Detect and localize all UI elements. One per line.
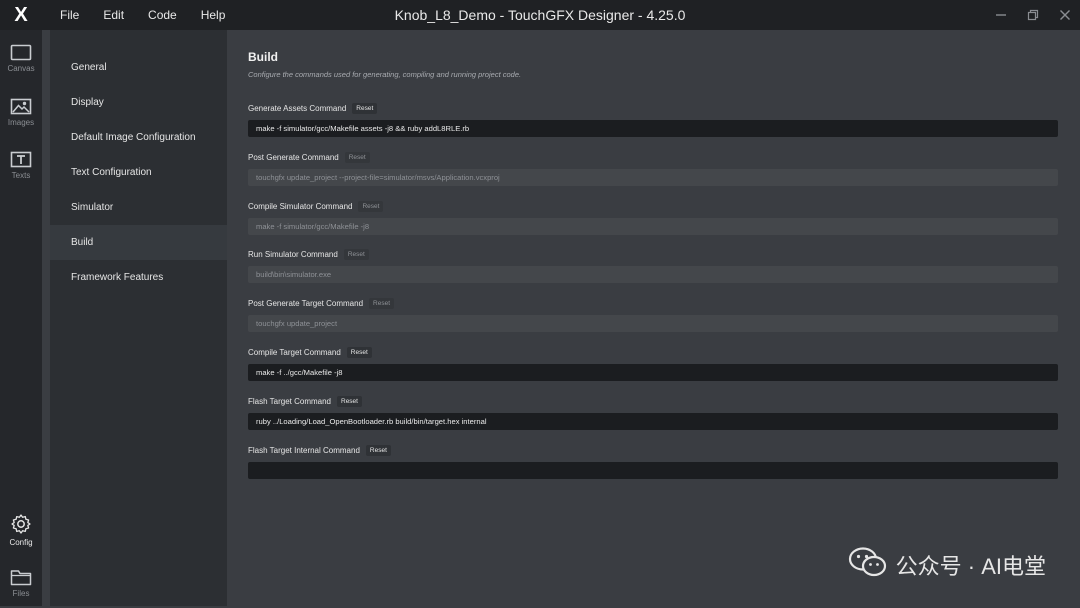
nav-item-general[interactable]: General: [50, 50, 227, 85]
rail-item-canvas[interactable]: Canvas: [0, 33, 42, 83]
minimize-icon[interactable]: [994, 8, 1008, 22]
flash-target-command-input[interactable]: ruby ../Loading/Load_OpenBootloader.rb b…: [248, 413, 1058, 430]
field-run-simulator-command: Run Simulator Command Reset build\bin\sim…: [248, 246, 1058, 283]
restore-icon[interactable]: [1026, 8, 1040, 22]
reset-button[interactable]: Reset: [352, 102, 378, 114]
compile-target-command-input[interactable]: make -f ../gcc/Makefile -j8: [248, 364, 1058, 381]
rail-label: Files: [12, 588, 30, 598]
nav-item-display[interactable]: Display: [50, 85, 227, 120]
rail-item-config[interactable]: Config: [0, 505, 42, 555]
rail-label: Images: [7, 117, 35, 127]
reset-button[interactable]: Reset: [343, 248, 369, 260]
nav-item-framework-features[interactable]: Framework Features: [50, 260, 227, 295]
field-post-generate-target-command: Post Generate Target Command Reset touchg…: [248, 295, 1058, 332]
image-icon: [10, 98, 32, 115]
settings-nav: General Display Default Image Configurat…: [50, 30, 227, 606]
field-label: Compile Target Command: [248, 347, 341, 357]
reset-button[interactable]: Reset: [346, 346, 372, 358]
field-post-generate-command: Post Generate Command Reset touchgfx upda…: [248, 149, 1058, 186]
field-label: Run Simulator Command: [248, 249, 338, 259]
reset-button[interactable]: Reset: [365, 444, 391, 456]
reset-button[interactable]: Reset: [369, 297, 395, 309]
rail-item-texts[interactable]: Texts: [0, 140, 42, 190]
menu-edit[interactable]: Edit: [91, 0, 136, 30]
menu-bar: File Edit Code Help: [48, 0, 237, 30]
window-controls: [994, 0, 1072, 30]
rail-item-images[interactable]: Images: [0, 87, 42, 137]
field-flash-target-internal-command: Flash Target Internal Command Reset: [248, 442, 1058, 479]
field-label: Post Generate Command: [248, 152, 339, 162]
nav-item-text-configuration[interactable]: Text Configuration: [50, 155, 227, 190]
reset-button[interactable]: Reset: [344, 151, 370, 163]
flash-target-internal-command-input[interactable]: [248, 462, 1058, 479]
nav-item-simulator[interactable]: Simulator: [50, 190, 227, 225]
reset-button[interactable]: Reset: [337, 395, 362, 407]
folder-icon: [10, 569, 32, 586]
field-label: Generate Assets Command: [248, 103, 347, 113]
nav-item-default-image-configuration[interactable]: Default Image Configuration: [50, 120, 227, 155]
post-generate-target-command-input[interactable]: touchgfx update_project: [248, 315, 1058, 332]
generate-assets-command-input[interactable]: make -f simulator/gcc/Makefile assets -j…: [248, 120, 1058, 137]
watermark: 公众号 · AI电堂: [848, 546, 1046, 584]
field-compile-target-command: Compile Target Command Reset make -f ../g…: [248, 344, 1058, 381]
field-label: Post Generate Target Command: [248, 298, 364, 308]
page-description: Configure the commands used for generati…: [248, 70, 522, 79]
menu-help[interactable]: Help: [189, 0, 238, 30]
icon-rail: Canvas Images Texts Config Files: [0, 30, 42, 606]
rail-label: Config: [9, 538, 33, 547]
page-title: Build: [248, 50, 278, 64]
rail-label: Texts: [11, 170, 31, 180]
post-generate-command-input[interactable]: touchgfx update_project --project-file=s…: [248, 169, 1058, 186]
canvas-icon: [10, 44, 32, 61]
nav-item-build[interactable]: Build: [50, 225, 227, 260]
gear-icon: [10, 513, 32, 535]
reset-button[interactable]: Reset: [358, 200, 384, 212]
rail-label: Canvas: [7, 63, 35, 73]
field-label: Flash Target Internal Command: [248, 445, 360, 455]
build-settings-panel: Build Configure the commands used for ge…: [227, 30, 1080, 606]
compile-simulator-command-input[interactable]: make -f simulator/gcc/Makefile -j8: [248, 218, 1058, 235]
menu-code[interactable]: Code: [136, 0, 189, 30]
field-generate-assets-command: Generate Assets Command Reset make -f sim…: [248, 100, 1058, 137]
run-simulator-command-input[interactable]: build\bin\simulator.exe: [248, 266, 1058, 283]
field-label: Compile Simulator Command: [248, 201, 353, 211]
title-bar: X File Edit Code Help Knob_L8_Demo - Tou…: [0, 0, 1080, 30]
close-icon[interactable]: [1058, 8, 1072, 22]
watermark-text: 公众号 · AI电堂: [895, 554, 1046, 579]
field-flash-target-command: Flash Target Command Reset ruby ../Loadin…: [248, 393, 1058, 430]
rail-item-files[interactable]: Files: [0, 558, 42, 608]
app-logo: X: [14, 3, 28, 26]
menu-file[interactable]: File: [48, 0, 91, 30]
text-icon: [10, 151, 32, 168]
field-compile-simulator-command: Compile Simulator Command Reset make -f s…: [248, 198, 1058, 235]
wechat-icon: [848, 546, 888, 584]
field-label: Flash Target Command: [248, 396, 331, 406]
